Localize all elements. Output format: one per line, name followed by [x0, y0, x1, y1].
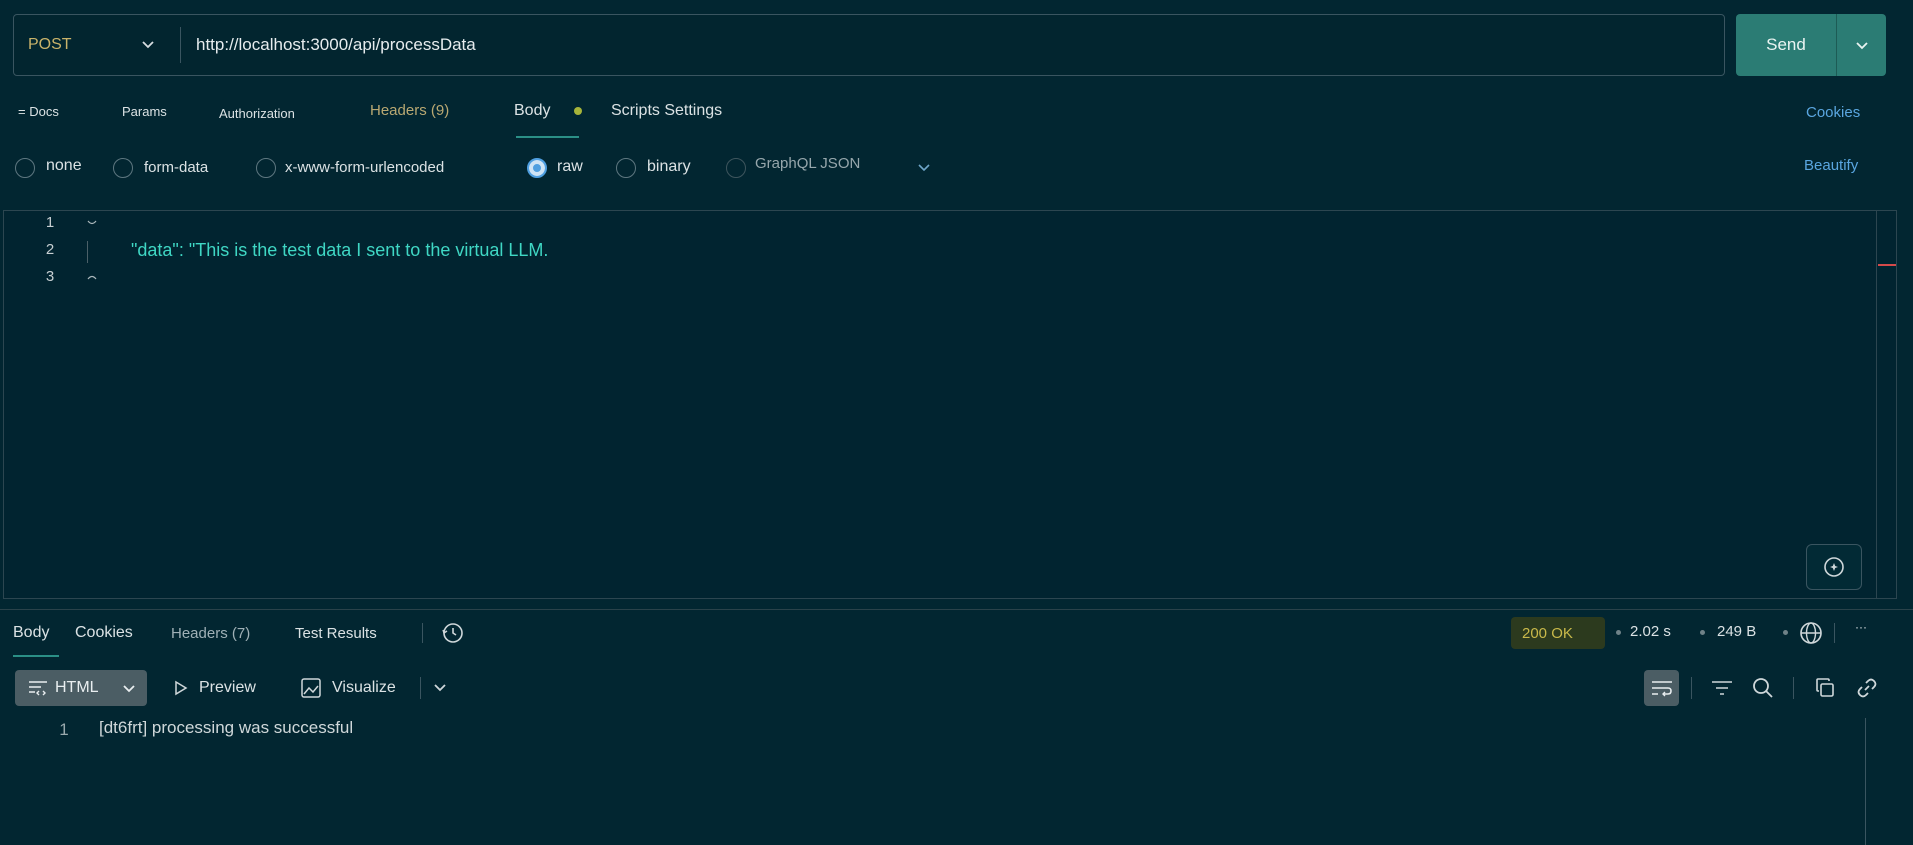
divider	[1691, 677, 1692, 699]
response-tab-test-results[interactable]: Test Results	[295, 621, 377, 645]
send-button[interactable]: Send	[1736, 14, 1837, 76]
tab-body-label: Body	[514, 102, 551, 119]
divider	[422, 623, 423, 643]
filter-icon	[1712, 681, 1732, 695]
response-tab-cookies[interactable]: Cookies	[75, 621, 133, 645]
line-number: 1	[45, 214, 55, 231]
body-editor[interactable]	[3, 210, 1897, 599]
radio-raw[interactable]	[527, 158, 547, 178]
response-size[interactable]: 249 B	[1717, 623, 1756, 640]
divider	[420, 677, 421, 699]
sparkle-icon	[1824, 557, 1844, 577]
language-chevron-down-icon[interactable]	[915, 158, 933, 176]
radio-none-label: none	[46, 157, 82, 174]
radio-binary-label: binary	[647, 158, 691, 175]
active-response-tab-indicator	[13, 655, 59, 657]
chevron-down-icon	[123, 685, 135, 693]
separator-dot	[1616, 630, 1621, 635]
chevron-down-icon	[1855, 42, 1868, 50]
ai-assist-button[interactable]	[1806, 544, 1862, 590]
tab-body[interactable]: Body	[514, 96, 583, 126]
more-options[interactable]: ···	[1855, 620, 1867, 634]
search-icon	[1753, 678, 1773, 698]
response-format-select[interactable]: HTML	[15, 670, 147, 706]
url-input[interactable]: http://localhost:3000/api/processData	[196, 15, 476, 75]
radio-raw-label: raw	[557, 158, 583, 175]
response-tab-headers[interactable]: Headers (7)	[171, 621, 250, 645]
preview-label: Preview	[199, 679, 256, 696]
tab-docs[interactable]: = Docs	[18, 96, 59, 126]
method-select[interactable]: POST	[14, 15, 179, 75]
chevron-down-icon	[142, 41, 154, 49]
radio-graphql[interactable]	[726, 158, 746, 178]
history-icon[interactable]	[440, 621, 466, 645]
modified-dot	[574, 107, 583, 115]
separator-dot	[1783, 630, 1788, 635]
fold-open-icon[interactable]	[86, 217, 98, 229]
globe-icon[interactable]	[1798, 620, 1824, 646]
response-tab-body[interactable]: Body	[13, 621, 49, 645]
visualize-label: Visualize	[332, 679, 396, 696]
radio-form-data-label: form-data	[144, 159, 209, 176]
beautify-link[interactable]: Beautify	[1804, 157, 1858, 174]
code-wrap-icon	[29, 681, 47, 696]
visualize-button[interactable]: Visualize	[300, 674, 396, 702]
send-options-button[interactable]	[1837, 14, 1886, 76]
fold-close-icon	[87, 275, 97, 280]
editor-scrollbar[interactable]	[1876, 211, 1877, 598]
radio-none[interactable]	[15, 158, 35, 178]
cookies-link[interactable]: Cookies	[1806, 104, 1860, 121]
error-marker	[1878, 264, 1896, 266]
status-badge[interactable]: 200 OK	[1511, 617, 1605, 649]
copy-button[interactable]	[1809, 672, 1841, 704]
tab-authorization[interactable]: Authorization	[219, 98, 295, 128]
active-tab-indicator	[516, 136, 579, 138]
tab-scripts-settings[interactable]: Scripts Settings	[611, 96, 722, 126]
response-scrollbar[interactable]	[1865, 718, 1866, 845]
request-url-bar: POST http://localhost:3000/api/processDa…	[13, 14, 1725, 76]
line-number: 2	[45, 241, 55, 258]
code-line: "data": "This is the test data I sent to…	[131, 240, 549, 260]
link-button[interactable]	[1851, 672, 1883, 704]
tab-headers[interactable]: Headers (9)	[370, 95, 449, 125]
play-icon	[175, 680, 188, 696]
divider	[1793, 677, 1794, 699]
tab-params[interactable]: Params	[122, 96, 167, 126]
filter-button[interactable]	[1706, 672, 1738, 704]
radio-urlencoded-label: x-www-form-urlencoded	[285, 159, 445, 176]
response-body-text: [dt6frt] processing was successful	[99, 718, 354, 737]
search-button[interactable]	[1747, 672, 1779, 704]
response-line-number: 1	[59, 720, 69, 739]
image-chart-icon	[301, 678, 321, 698]
send-button-group: Send	[1736, 14, 1886, 76]
radio-graphql-label: GraphQL JSON	[755, 155, 861, 172]
radio-urlencoded[interactable]	[256, 158, 276, 178]
radio-binary[interactable]	[616, 158, 636, 178]
divider	[1834, 623, 1835, 643]
chevron-down-icon[interactable]	[431, 678, 449, 696]
line-number: 3	[45, 268, 55, 285]
radio-form-data[interactable]	[113, 158, 133, 178]
link-icon	[1857, 678, 1877, 698]
preview-button[interactable]: Preview	[172, 674, 256, 702]
copy-icon	[1816, 678, 1834, 697]
method-divider	[180, 27, 181, 63]
format-label: HTML	[55, 679, 99, 696]
wrap-lines-icon	[1651, 681, 1672, 697]
separator-dot	[1700, 630, 1705, 635]
indent-guide	[87, 241, 88, 263]
pane-divider[interactable]	[0, 609, 1913, 610]
response-time[interactable]: 2.02 s	[1630, 623, 1671, 640]
method-label: POST	[28, 36, 72, 53]
word-wrap-button[interactable]	[1644, 670, 1679, 706]
